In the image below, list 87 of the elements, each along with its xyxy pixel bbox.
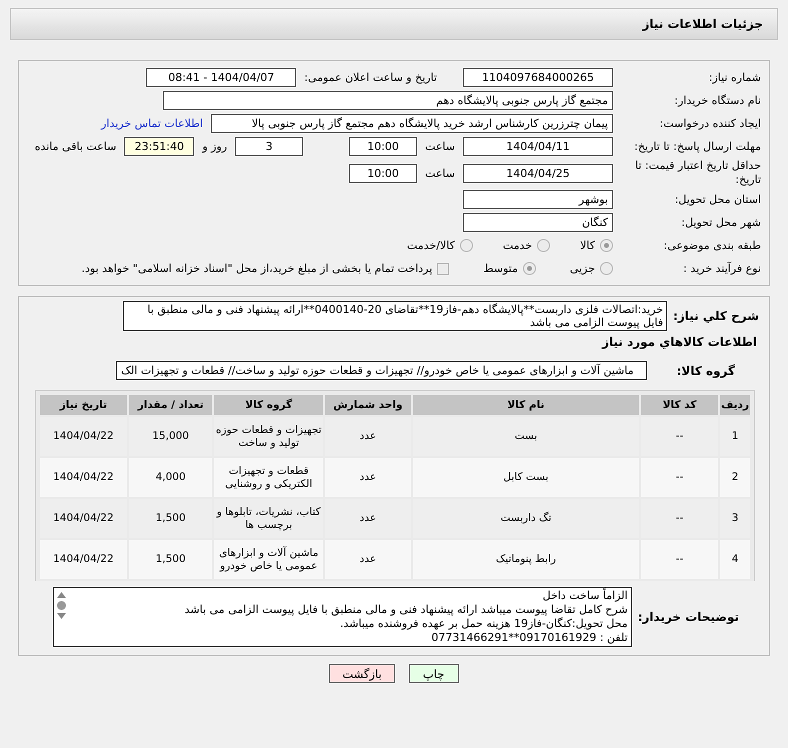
column-header: تاریخ نیاز: [40, 395, 127, 415]
field-label: مهلت ارسال پاسخ: تا تاریخ:: [633, 140, 762, 154]
scroll-thumb-icon[interactable]: [56, 601, 66, 610]
radio-button[interactable]: [460, 239, 473, 252]
need-number-field[interactable]: 1104097684000265: [463, 68, 613, 87]
province-field[interactable]: بوشهر: [463, 190, 613, 209]
page-title: جزئیات اطلاعات نیاز: [642, 17, 763, 31]
field-label: شهر محل تحویل:: [680, 216, 762, 230]
action-button[interactable]: بازگشت: [329, 664, 395, 683]
description-field[interactable]: خرید:اتصالات فلزی داربست**پالایشگاه دهم-فاز19**تقاضای 20-0400140**ارائه پیشنهاد فنی و مالی منطبق با فایل پیوست الزامی می باشد: [123, 301, 668, 331]
field-label: نام دستگاه خریدار:: [673, 94, 762, 108]
table-cell: 3: [720, 499, 750, 538]
table-cell: بست: [412, 417, 640, 456]
scroll-down-icon[interactable]: [56, 613, 66, 619]
table-cell: بست کابل: [412, 458, 640, 497]
table-cell: 1404/04/22: [40, 458, 127, 497]
field-label: ساعت: [425, 140, 455, 153]
buyer-contact-link[interactable]: اطلاعات تماس خریدار: [101, 117, 203, 130]
field-label: توضیحات خریدار:: [638, 610, 739, 624]
validity-time-field[interactable]: 10:00: [349, 164, 418, 182]
option-label: کالا/خدمت: [407, 239, 455, 252]
action-button[interactable]: چاپ: [408, 664, 459, 683]
buyer-field[interactable]: مجتمع گاز پارس جنوبی پالایشگاه دهم: [163, 91, 613, 110]
table-cell: عدد: [324, 417, 411, 456]
remaining-time-field[interactable]: 23:51:40: [124, 137, 194, 156]
field-label: حداقل تاریخ اعتبار قیمت: تا تاریخ:: [634, 159, 762, 187]
field-label: نوع فرآیند خرید :: [682, 262, 762, 276]
table-cell: تجهیزات و قطعات حوزه تولید و ساخت: [214, 417, 323, 456]
radio-button[interactable]: [537, 239, 550, 252]
table-cell: 2: [720, 458, 750, 497]
deadline-time-field[interactable]: 10:00: [349, 137, 418, 156]
column-header: تعداد / مقدار: [128, 395, 212, 415]
radio-button[interactable]: [600, 239, 613, 252]
table-cell: تگ داربست: [412, 499, 640, 538]
field-label: طبقه بندی موضوعی:: [662, 238, 762, 252]
field-label: ساعت: [425, 166, 455, 180]
creator-field[interactable]: پیمان چترزرین کارشناس ارشد خرید پالایشگاه دهم مجتمع گاز پارس جنوبی پالا: [211, 114, 613, 133]
table-cell: عدد: [324, 458, 411, 497]
table-cell: --: [641, 499, 718, 538]
goods-group-field[interactable]: ماشین آلات و ابزارهای عمومی یا خاص خودرو// تجهیزات و قطعات حوزه تولید و ساخت// قطعات و تجهیزات الک: [116, 361, 647, 380]
table-cell: --: [641, 417, 718, 456]
table-cell: کتاب، نشریات، تابلوها و برچسب ها: [214, 499, 323, 538]
table-cell: 1,500: [128, 540, 212, 579]
checkbox[interactable]: [437, 262, 450, 274]
field-label: شرح کلي نياز:: [673, 309, 759, 323]
option-label: متوسط: [483, 262, 518, 275]
days-field[interactable]: 3: [235, 137, 304, 156]
table-cell: 1404/04/22: [40, 499, 127, 538]
field-label: شماره نیاز:: [708, 70, 762, 84]
field-label: استان محل تحویل:: [674, 192, 762, 206]
table-cell: 4,000: [128, 458, 212, 497]
validity-date-field[interactable]: 1404/04/25: [463, 164, 613, 182]
column-header: ردیف: [720, 395, 750, 415]
column-header: نام کالا: [412, 395, 640, 415]
radio-button[interactable]: [600, 262, 613, 275]
table-cell: --: [641, 540, 718, 579]
option-label: خدمت: [502, 239, 532, 252]
announce-date-field[interactable]: 1404/04/07 - 08:41: [146, 68, 296, 87]
field-label: ساعت باقی مانده: [34, 140, 116, 153]
table-cell: 1404/04/22: [40, 417, 127, 456]
column-header: واحد شمارش: [324, 395, 411, 415]
notes-field[interactable]: الزاماً ساخت داخل شرح کامل تقاضا پیوست میباشد ارائه پیشنهاد فنی و مالی منطبق با فایل پیوست الزامی می باشد محل تحویل:کنگان-فاز19 هزینه حمل بر عهده فروشنده میباشد. تلفن : 09170161929**07731466291: [53, 587, 632, 647]
column-header: کد کالا: [641, 395, 718, 415]
option-label: جزیی: [570, 262, 595, 275]
table-cell: 1404/04/22: [40, 540, 127, 579]
field-label: ایجاد کننده درخواست:: [658, 116, 762, 130]
table-cell: 4: [720, 540, 750, 579]
table-cell: 1,500: [128, 499, 212, 538]
table-cell: 1: [720, 417, 750, 456]
city-field[interactable]: کنگان: [463, 213, 613, 232]
field-label: تاریخ و ساعت اعلان عمومی:: [304, 71, 437, 84]
checkbox-label: پرداخت تمام یا بخشی از مبلغ خرید،از محل "اسناد خزانه اسلامی" خواهد بود.: [82, 262, 432, 275]
field-label: روز و: [202, 140, 228, 153]
table-cell: عدد: [324, 499, 411, 538]
table-cell: عدد: [324, 540, 411, 579]
option-label: کالا: [580, 239, 595, 252]
section-title: اطلاعات کالاهاي مورد نياز: [600, 334, 758, 351]
column-header: گروه کالا: [214, 395, 323, 415]
table-cell: رابط پنوماتیک: [412, 540, 640, 579]
scroll-up-icon[interactable]: [56, 592, 66, 598]
table-cell: 15,000: [128, 417, 212, 456]
table-cell: --: [641, 458, 718, 497]
field-label: گروه کالا:: [676, 364, 735, 378]
table-cell: ماشین آلات و ابزارهای عمومی یا خاص خودرو: [214, 540, 323, 579]
table-cell: قطعات و تجهیزات الکتریکی و روشنایی: [214, 458, 323, 497]
deadline-date-field[interactable]: 1404/04/11: [463, 137, 613, 156]
radio-button[interactable]: [522, 262, 536, 275]
